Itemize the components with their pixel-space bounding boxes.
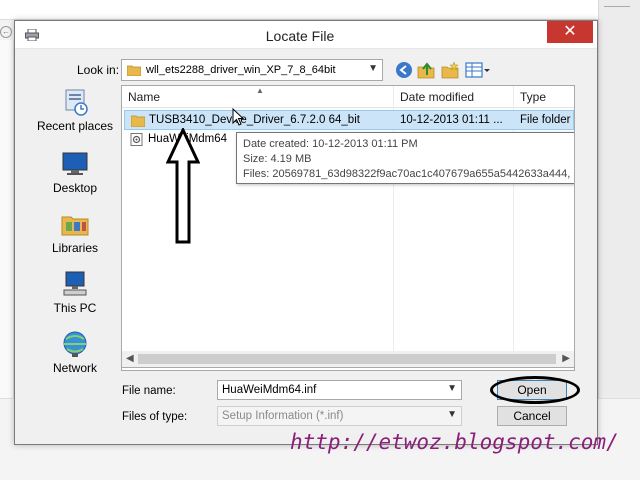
- look-in-value: wll_ets2288_driver_win_XP_7_8_64bit: [146, 64, 336, 76]
- file-type: File folder: [520, 114, 571, 126]
- tooltip-size: Size: 4.19 MB: [243, 153, 312, 165]
- this-pc-icon: [63, 271, 87, 296]
- background-title-bar: [0, 0, 640, 20]
- place-recent-places[interactable]: Recent places: [23, 83, 127, 141]
- annotation-arrow-icon: [166, 128, 200, 244]
- network-icon: [63, 331, 87, 357]
- place-label: Desktop: [52, 181, 98, 195]
- sort-ascending-icon: ▲: [256, 86, 264, 95]
- place-this-pc[interactable]: This PC: [23, 265, 127, 323]
- background-close-icon[interactable]: [604, 6, 630, 18]
- file-list-header: ▲ Name Date modified Type: [122, 86, 574, 108]
- column-header-date[interactable]: Date modified: [400, 90, 474, 104]
- folder-icon: [127, 65, 141, 76]
- place-desktop[interactable]: Desktop: [23, 145, 127, 203]
- tooltip-files: Files: 20569781_63d98322f9ac70ac1c407679…: [243, 168, 575, 180]
- file-type-value: Setup Information (*.inf): [222, 410, 344, 422]
- back-icon[interactable]: ←: [0, 26, 12, 38]
- close-button[interactable]: ✕: [547, 21, 593, 43]
- new-folder-icon[interactable]: [441, 61, 459, 79]
- desktop-icon: [62, 152, 88, 175]
- setup-info-file-icon: [130, 133, 143, 146]
- scrollbar-thumb[interactable]: [138, 354, 556, 364]
- place-label: Network: [52, 361, 97, 375]
- place-label: Recent places: [36, 119, 114, 133]
- file-name: TUSB3410_Device_Driver_6.7.2.0 64_bit: [149, 114, 360, 126]
- background-left-panel: [0, 40, 14, 400]
- libraries-icon: [61, 216, 89, 236]
- place-libraries[interactable]: Libraries: [23, 205, 127, 263]
- file-name-field[interactable]: HuaWeiMdm64.inf ▼: [217, 380, 462, 400]
- column-header-type[interactable]: Type: [520, 90, 546, 104]
- place-label: This PC: [53, 301, 97, 315]
- folder-icon: [131, 115, 145, 127]
- chevron-down-icon[interactable]: ▼: [447, 383, 457, 394]
- file-type-label: Files of type:: [122, 411, 188, 423]
- recent-places-icon: [65, 89, 88, 116]
- mouse-cursor-icon: [232, 108, 245, 126]
- cancel-button[interactable]: Cancel: [497, 406, 567, 426]
- chevron-down-icon: ▼: [368, 63, 378, 74]
- view-menu-icon[interactable]: [465, 61, 491, 79]
- look-in-dropdown[interactable]: wll_ets2288_driver_win_XP_7_8_64bit ▼: [121, 59, 383, 81]
- file-name-label: File name:: [122, 385, 176, 397]
- look-in-label: Look in:: [77, 63, 120, 77]
- place-network[interactable]: Network: [23, 325, 127, 383]
- file-type-dropdown[interactable]: Setup Information (*.inf) ▼: [217, 406, 462, 426]
- scroll-left-icon[interactable]: ◀: [126, 353, 134, 364]
- places-bar: Recent places Desktop Libraries This PC …: [23, 83, 127, 383]
- dialog-title-bar[interactable]: Locate File ✕: [15, 21, 597, 49]
- place-label: Libraries: [51, 241, 99, 255]
- watermark-url: http://etwoz.blogspot.com/: [290, 430, 619, 454]
- chevron-down-icon[interactable]: ▼: [447, 409, 457, 420]
- file-date: 10-12-2013 01:11 ...: [400, 114, 503, 126]
- annotation-highlight-oval: [490, 376, 580, 404]
- column-header-name[interactable]: Name: [128, 90, 160, 104]
- up-folder-icon[interactable]: [417, 61, 435, 79]
- dialog-title: Locate File: [265, 28, 335, 44]
- back-navigation-icon[interactable]: [395, 61, 413, 79]
- file-row-folder[interactable]: TUSB3410_Device_Driver_6.7.2.0 64_bit 10…: [124, 110, 574, 130]
- tooltip-date-created: Date created: 10-12-2013 01:11 PM: [243, 138, 418, 150]
- folder-info-tooltip: Date created: 10-12-2013 01:11 PM Size: …: [236, 132, 575, 184]
- file-name-value: HuaWeiMdm64.inf: [222, 384, 317, 396]
- scroll-right-icon[interactable]: ▶: [562, 353, 570, 364]
- horizontal-scrollbar[interactable]: ◀ ▶: [121, 351, 575, 368]
